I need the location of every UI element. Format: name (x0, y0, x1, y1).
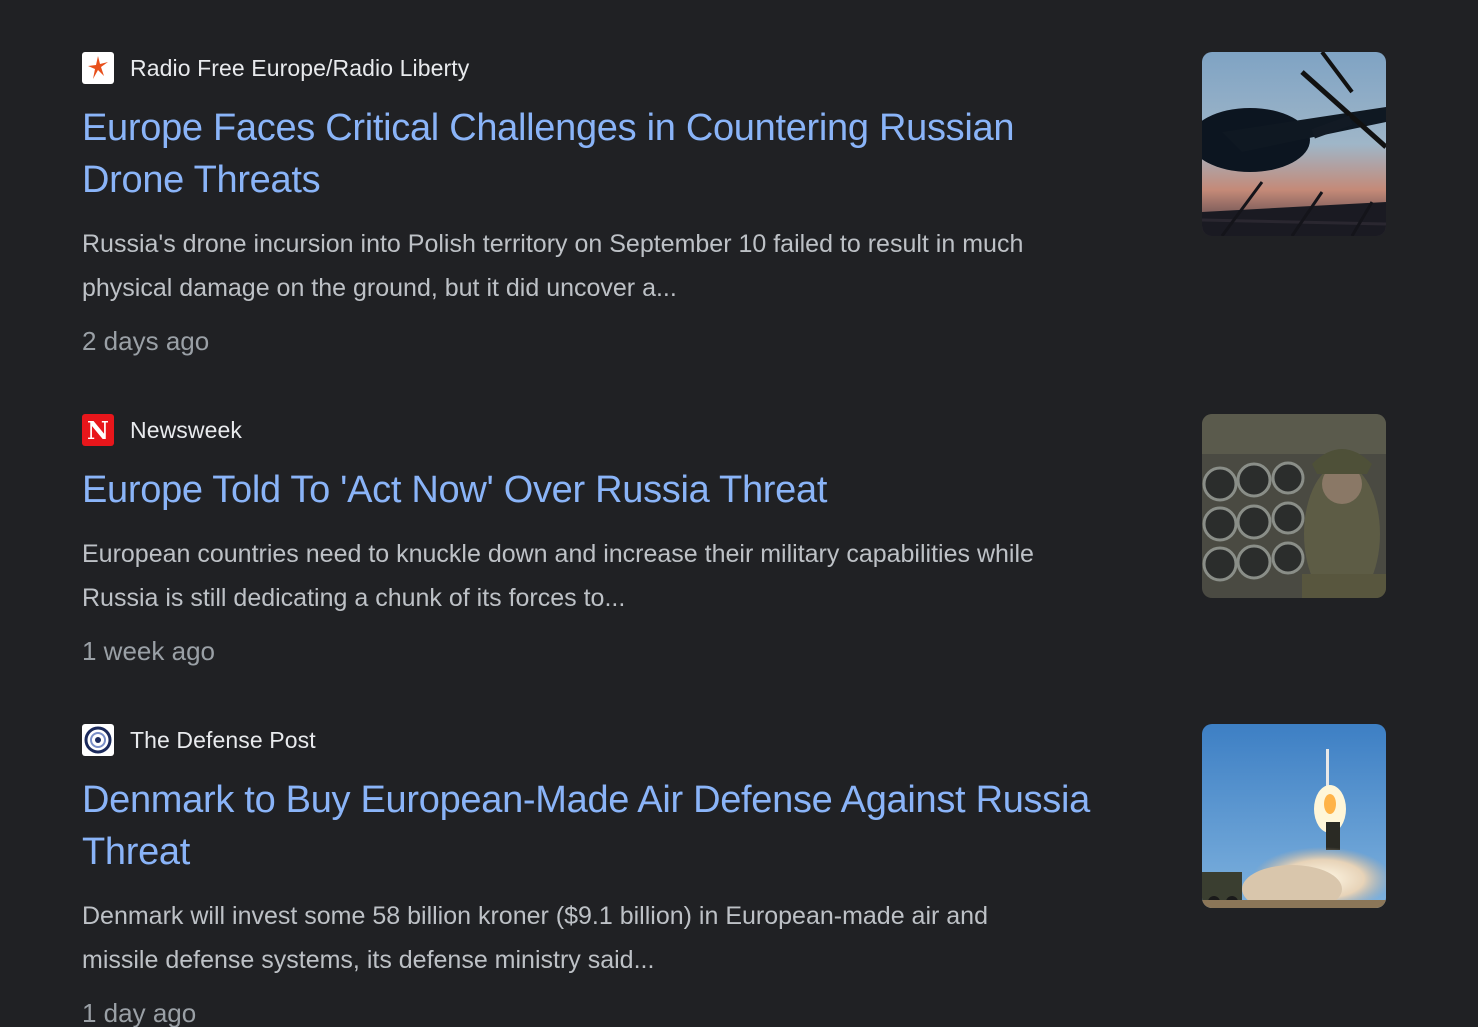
article-timestamp: 2 days ago (82, 326, 210, 356)
article-headline-link[interactable]: Denmark to Buy European-Made Air Defense… (82, 774, 1167, 878)
newsweek-icon: N (82, 414, 114, 446)
source-name: Radio Free Europe/Radio Liberty (130, 54, 470, 81)
source-row[interactable]: Radio Free Europe/Radio Liberty (82, 52, 1167, 84)
headline-line: Drone Threats (82, 159, 321, 201)
rocket-launcher-thumbnail[interactable] (1202, 414, 1386, 598)
article-headline-link[interactable]: Europe Told To 'Act Now' Over Russia Thr… (82, 464, 1167, 516)
article-text: The Defense Post Denmark to Buy European… (82, 724, 1167, 1027)
article-snippet: European countries need to knuckle down … (82, 532, 1167, 620)
drone-thumbnail[interactable] (1202, 52, 1386, 236)
snippet-line: European countries need to knuckle down … (82, 540, 1034, 568)
snippet-line: physical damage on the ground, but it di… (82, 274, 677, 302)
source-row[interactable]: The Defense Post (82, 724, 1167, 756)
snippet-line: Russia is still dedicating a chunk of it… (82, 584, 626, 612)
article-headline-link[interactable]: Europe Faces Critical Challenges in Coun… (82, 102, 1167, 206)
headline-line: Threat (82, 831, 191, 873)
article-snippet: Russia's drone incursion into Polish ter… (82, 222, 1167, 310)
defense-post-icon (82, 724, 114, 756)
article-snippet: Denmark will invest some 58 billion kron… (82, 894, 1167, 982)
rferl-icon (82, 52, 114, 84)
article-text: N Newsweek Europe Told To 'Act Now' Over… (82, 414, 1167, 666)
headline-line: Europe Faces Critical Challenges in Coun… (82, 107, 1015, 149)
svg-text:N: N (87, 416, 109, 445)
article-timestamp: 1 week ago (82, 636, 215, 666)
headline-line: Europe Told To 'Act Now' Over Russia Thr… (82, 469, 828, 511)
article-text: Radio Free Europe/Radio Liberty Europe F… (82, 52, 1167, 356)
snippet-line: Russia's drone incursion into Polish ter… (82, 230, 1024, 258)
source-row[interactable]: N Newsweek (82, 414, 1167, 446)
source-name: Newsweek (130, 416, 243, 443)
snippet-line: missile defense systems, its defense min… (82, 946, 655, 974)
source-name: The Defense Post (130, 726, 316, 753)
missile-launch-thumbnail[interactable] (1202, 724, 1386, 908)
snippet-line: Denmark will invest some 58 billion kron… (82, 902, 988, 930)
article-timestamp: 1 day ago (82, 998, 197, 1027)
headline-line: Denmark to Buy European-Made Air Defense… (82, 779, 1090, 821)
